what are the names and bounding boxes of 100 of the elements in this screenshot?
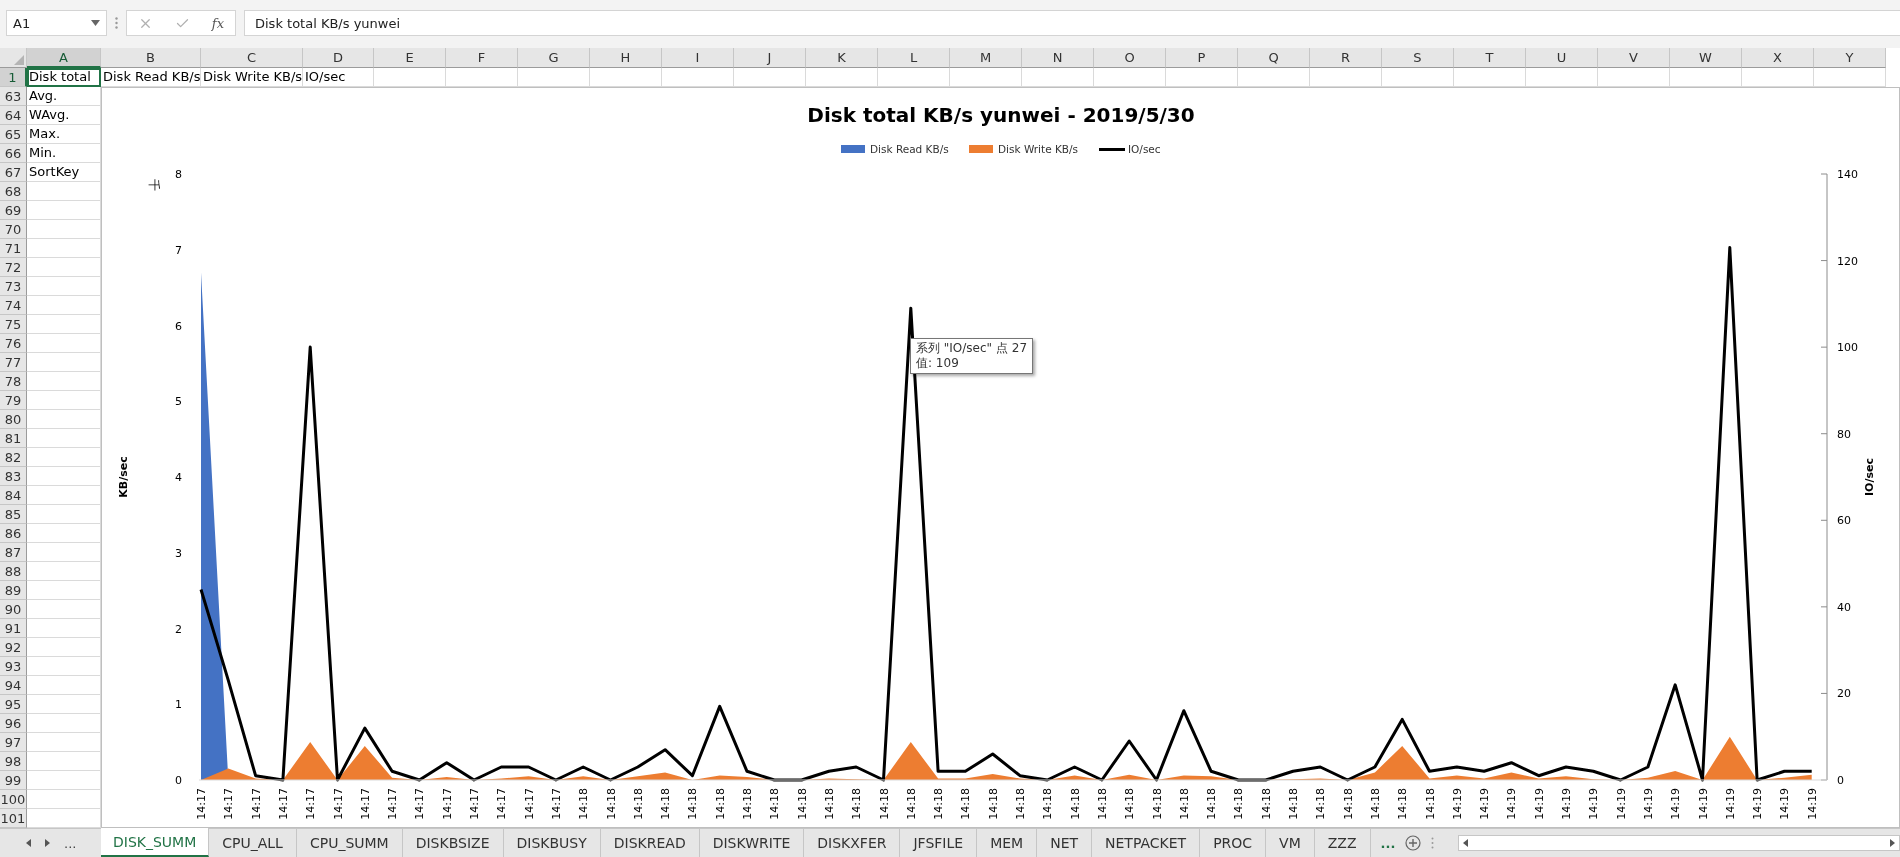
sheet-tab[interactable]: VM [1266,829,1315,857]
column-header[interactable]: E [374,48,446,68]
row-header[interactable]: 1 [0,68,27,87]
column-header[interactable]: M [950,48,1022,68]
row-header[interactable]: 90 [0,600,27,619]
row-header[interactable]: 88 [0,562,27,581]
axis-tick-label: 14:18 [1014,788,1027,820]
sheet-tab[interactable]: CPU_SUMM [296,829,403,857]
sheet-tab[interactable]: ZZZ [1314,829,1371,857]
axis-tick-label: 14:18 [577,788,591,820]
sheet-tab[interactable]: DISK_SUMM [101,828,210,857]
row-header[interactable]: 72 [0,258,27,277]
sheet-tab[interactable]: NET [1037,829,1093,857]
sheet-tab[interactable]: DISKREAD [600,829,700,857]
row-header[interactable]: 79 [0,391,27,410]
axis-tick-label: 4 [175,471,182,484]
row-header[interactable]: 100 [0,790,27,809]
axis-tick-label: 5 [175,395,182,409]
name-box[interactable]: A1 [6,10,107,36]
row-header[interactable]: 84 [0,486,27,505]
row-header[interactable]: 80 [0,410,27,429]
row-header[interactable]: 92 [0,638,27,657]
row-header[interactable]: 68 [0,182,27,201]
column-header[interactable]: D [303,48,374,68]
sheet-tab[interactable]: DISKBUSY [503,829,601,857]
axis-tick-label: 1 [175,698,182,712]
row-header[interactable]: 98 [0,752,27,771]
row-header[interactable]: 71 [0,239,27,258]
row-header[interactable]: 67 [0,163,27,182]
row-header[interactable]: 69 [0,201,27,220]
column-header[interactable]: U [1526,48,1598,68]
insert-function-button[interactable]: fx [211,15,224,31]
row-header[interactable]: 77 [0,353,27,372]
sheet-tab[interactable]: JFSFILE [900,829,978,857]
row-header[interactable]: 89 [0,581,27,600]
axis-tick-label: 14:18 [1068,788,1082,820]
column-header[interactable]: P [1166,48,1238,68]
row-header[interactable]: 76 [0,334,27,353]
column-header[interactable]: Y [1814,48,1886,68]
row-header[interactable]: 97 [0,733,27,752]
column-header[interactable]: I [662,48,734,68]
row-header[interactable]: 64 [0,106,27,125]
axis-tick-label: 14:17 [222,788,236,820]
row-header[interactable]: 83 [0,467,27,486]
sheet-tab[interactable]: DISKBSIZE [402,829,504,857]
column-header[interactable]: W [1670,48,1742,68]
row-header[interactable]: 99 [0,771,27,790]
column-header[interactable]: J [734,48,806,68]
sheet-tab[interactable]: PROC [1200,829,1267,857]
column-header[interactable]: C [201,48,303,68]
scroll-right-icon[interactable] [45,839,50,847]
row-header[interactable]: 70 [0,220,27,239]
column-header[interactable]: X [1742,48,1814,68]
more-sheets-button[interactable]: ... [1380,835,1396,851]
row-header[interactable]: 81 [0,429,27,448]
column-header[interactable]: F [446,48,518,68]
column-header[interactable]: S [1382,48,1454,68]
column-header[interactable]: T [1454,48,1526,68]
column-header[interactable]: O [1094,48,1166,68]
row-header[interactable]: 93 [0,657,27,676]
column-header[interactable]: G [518,48,590,68]
sheet-tab[interactable]: CPU_ALL [209,829,297,857]
column-header[interactable]: V [1598,48,1670,68]
row-header[interactable]: 66 [0,144,27,163]
row-header[interactable]: 101 [0,809,27,828]
horizontal-scrollbar[interactable] [1458,835,1900,851]
more-sheets-button[interactable]: ... [64,835,77,851]
row-header[interactable]: 95 [0,695,27,714]
row-header[interactable]: 63 [0,87,27,106]
row-header[interactable]: 65 [0,125,27,144]
sheet-tab[interactable]: MEM [977,829,1038,857]
row-header[interactable]: 73 [0,277,27,296]
formula-input-field[interactable]: Disk total KB/s yunwei [244,10,1900,36]
axis-tick-label: 40 [1837,600,1851,614]
row-header[interactable]: 86 [0,524,27,543]
column-header[interactable]: Q [1238,48,1310,68]
column-header[interactable]: R [1310,48,1382,68]
sheet-tab[interactable]: DISKXFER [804,829,901,857]
row-header[interactable]: 74 [0,296,27,315]
scroll-left-icon[interactable] [26,839,31,847]
sheet-tab[interactable]: DISKWRITE [699,829,805,857]
row-header[interactable]: 96 [0,714,27,733]
column-header[interactable]: A [27,48,101,68]
row-header[interactable]: 94 [0,676,27,695]
row-header[interactable]: 78 [0,372,27,391]
column-header[interactable]: N [1022,48,1094,68]
column-header[interactable]: L [878,48,950,68]
axis-tick-label: 14:18 [713,788,727,820]
column-header[interactable]: H [590,48,662,68]
row-header[interactable]: 75 [0,315,27,334]
splitter-dots-icon[interactable] [1431,837,1435,849]
select-all-button[interactable] [0,48,27,68]
row-header[interactable]: 91 [0,619,27,638]
row-header[interactable]: 85 [0,505,27,524]
add-sheet-icon[interactable] [1405,835,1422,851]
sheet-tab[interactable]: NETPACKET [1092,829,1201,857]
column-header[interactable]: B [101,48,201,68]
row-header[interactable]: 87 [0,543,27,562]
column-header[interactable]: K [806,48,878,68]
row-header[interactable]: 82 [0,448,27,467]
